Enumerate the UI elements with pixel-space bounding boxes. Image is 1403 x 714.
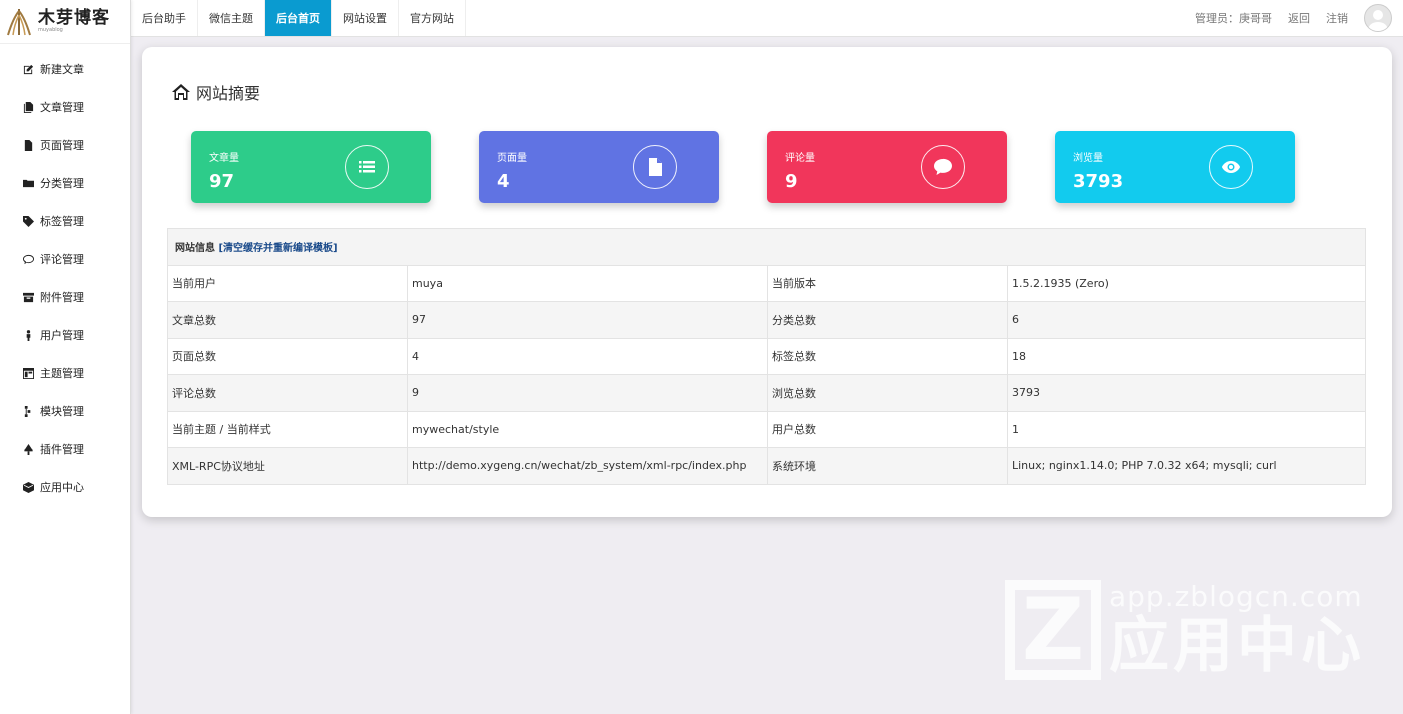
stat-pages: 页面量 4 [479,131,719,203]
table-row: 文章总数 97 分类总数 6 [167,301,1366,339]
tag-icon [22,215,34,227]
sidebar-item-users[interactable]: 用户管理 [0,316,130,354]
watermark: Z app.zblogcn.com 应用中心 [1005,580,1365,680]
table-row: XML-RPC协议地址 http://demo.xygeng.cn/wechat… [167,447,1366,485]
home-icon [172,84,190,100]
table-row: 当前用户 muya 当前版本 1.5.2.1935 (Zero) [167,264,1366,302]
topbar: 后台助手 微信主题 后台首页 网站设置 官方网站 管理员：庚哥哥 返回 注销 [131,0,1403,37]
logo-title: 木芽博客 [38,8,110,28]
clear-cache-link[interactable]: [清空缓存并重新编译模板] [218,243,337,254]
module-icon [22,405,34,417]
sidebar-item-comments[interactable]: 评论管理 [0,240,130,278]
page-title: 网站摘要 [172,80,260,104]
table-row: 当前主题 / 当前样式 mywechat/style 用户总数 1 [167,410,1366,448]
watermark-logo: Z [1005,580,1101,680]
site-info-table: 网站信息 [清空缓存并重新编译模板] 当前用户 muya 当前版本 1.5.2.… [167,228,1366,485]
logout-link[interactable]: 注销 [1326,10,1348,26]
table-header: 网站信息 [清空缓存并重新编译模板] [167,228,1366,266]
admin-label: 管理员：庚哥哥 [1195,12,1272,25]
comment-icon [22,253,34,265]
files-icon [22,101,34,113]
tab-official-site[interactable]: 官方网站 [399,0,466,36]
back-link[interactable]: 返回 [1288,10,1310,26]
avatar[interactable] [1364,4,1392,32]
tab-dashboard[interactable]: 后台首页 [265,0,332,36]
sidebar-item-app-center[interactable]: 应用中心 [0,468,130,506]
user-avatar-icon [1368,10,1388,31]
eye-icon [1209,145,1253,189]
sidebar-item-tags[interactable]: 标签管理 [0,202,130,240]
logo-mark-icon [6,7,32,37]
sidebar-item-plugins[interactable]: 插件管理 [0,430,130,468]
logo-subtitle: muyablog [38,27,63,33]
table-row: 评论总数 9 浏览总数 3793 [167,374,1366,412]
sidebar-item-new-article[interactable]: 新建文章 [0,50,130,88]
tab-assistant[interactable]: 后台助手 [131,0,198,36]
list-icon [345,145,389,189]
sidebar-item-categories[interactable]: 分类管理 [0,164,130,202]
folder-icon [22,177,34,189]
plugin-icon [22,443,34,455]
watermark-url: app.zblogcn.com [1109,580,1363,613]
stat-comments: 评论量 9 [767,131,1007,203]
tab-site-settings[interactable]: 网站设置 [332,0,399,36]
file-icon [633,145,677,189]
summary-card: 网站摘要 文章量 97 页面量 4 评论量 9 浏览量 3793 网站信息 [清… [142,47,1392,517]
tab-wechat-theme[interactable]: 微信主题 [198,0,265,36]
sidebar-item-modules[interactable]: 模块管理 [0,392,130,430]
sidebar-nav: 新建文章 文章管理 页面管理 分类管理 标签管理 评论管理 附件管理 用户管理 [0,50,130,506]
edit-icon [22,63,34,75]
file-icon [22,139,34,151]
sidebar: 木芽博客 muyablog 新建文章 文章管理 页面管理 分类管理 标签管理 评… [0,0,131,714]
stat-articles: 文章量 97 [191,131,431,203]
table-row: 页面总数 4 标签总数 18 [167,337,1366,375]
theme-icon [22,367,34,379]
sidebar-item-articles[interactable]: 文章管理 [0,88,130,126]
archive-icon [22,291,34,303]
sidebar-item-themes[interactable]: 主题管理 [0,354,130,392]
comment-icon [921,145,965,189]
sidebar-item-attachments[interactable]: 附件管理 [0,278,130,316]
watermark-text: 应用中心 [1109,611,1365,681]
user-icon [22,329,34,341]
box-icon [22,481,34,493]
stat-views: 浏览量 3793 [1055,131,1295,203]
logo[interactable]: 木芽博客 muyablog [0,0,130,44]
sidebar-item-pages[interactable]: 页面管理 [0,126,130,164]
